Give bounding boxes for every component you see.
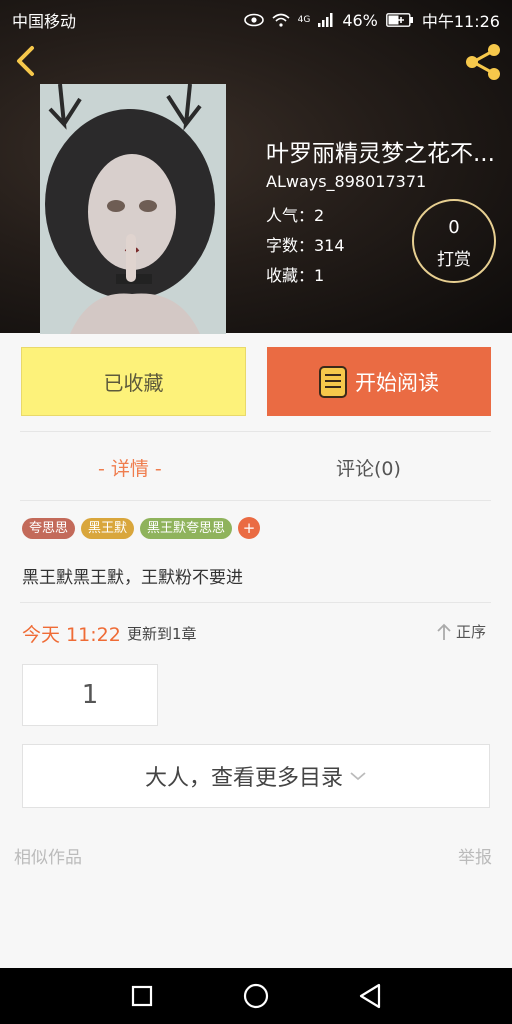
- status-icons: 4G 46% 中午11:26: [243, 8, 500, 32]
- tag-list: 夸思思 黑王默 黑王默夸思思 +: [22, 517, 261, 539]
- add-tag-button[interactable]: +: [238, 517, 261, 539]
- popularity-stat: 人气：2: [266, 206, 325, 225]
- book-cover-image[interactable]: [40, 84, 226, 334]
- more-toc-label: 大人，查看更多目录: [144, 766, 343, 791]
- network-type: 4G: [297, 15, 311, 25]
- update-time: 今天 11:22: [22, 624, 121, 646]
- reward-label: 打赏: [437, 250, 471, 270]
- tag-chip[interactable]: 夸思思: [22, 517, 76, 539]
- recent-apps-icon[interactable]: [131, 985, 153, 1007]
- status-bar: 中国移动 4G 46% 中午11:26: [0, 0, 512, 34]
- eye-icon: [243, 13, 264, 27]
- favorited-button[interactable]: 已收藏: [21, 347, 246, 416]
- signal-icon: [318, 13, 333, 27]
- report-button[interactable]: 举报: [458, 843, 492, 868]
- tab-comments[interactable]: 评论(0): [336, 454, 401, 481]
- back-icon[interactable]: [358, 983, 382, 1009]
- start-reading-button[interactable]: 开始阅读: [267, 347, 491, 416]
- update-text: 更新到1章: [127, 625, 197, 643]
- arrow-up-icon: [437, 623, 451, 640]
- share-icon[interactable]: [462, 42, 504, 82]
- chevron-down-icon: [350, 772, 366, 781]
- sort-toggle[interactable]: 正序: [436, 621, 486, 642]
- word-count-stat: 字数：314: [266, 236, 345, 255]
- similar-works-label: 相似作品: [14, 848, 82, 868]
- reward-button[interactable]: 0 打赏: [412, 199, 496, 283]
- divider: [20, 602, 491, 603]
- wifi-icon: [272, 13, 290, 27]
- home-icon[interactable]: [243, 983, 269, 1009]
- back-arrow-icon[interactable]: [10, 44, 44, 78]
- divider: [20, 431, 491, 432]
- book-title: 叶罗丽精灵梦之花不...: [266, 141, 495, 167]
- carrier-name: 中国移动: [12, 12, 77, 31]
- battery-percent: 46%: [342, 10, 378, 30]
- tab-detail[interactable]: - 详情 -: [98, 454, 162, 481]
- book-description: 黑王默黑王默，王默粉不要进: [22, 568, 243, 588]
- tag-chip[interactable]: 黑王默夸思思: [140, 517, 233, 539]
- book-icon: [319, 365, 347, 398]
- author-name[interactable]: ALways_898017371: [266, 172, 426, 191]
- chapter-item[interactable]: 1: [22, 664, 158, 726]
- sort-label: 正序: [456, 623, 487, 641]
- system-nav-bar: [0, 968, 512, 1024]
- start-reading-label: 开始阅读: [355, 370, 439, 395]
- reward-count: 0: [448, 217, 460, 238]
- tag-chip[interactable]: 黑王默: [81, 517, 135, 539]
- battery-charging-icon: [385, 13, 413, 27]
- divider: [20, 500, 491, 501]
- favorites-stat: 收藏：1: [266, 266, 325, 285]
- more-toc-button[interactable]: 大人，查看更多目录: [22, 744, 490, 808]
- clock: 中午11:26: [421, 12, 500, 31]
